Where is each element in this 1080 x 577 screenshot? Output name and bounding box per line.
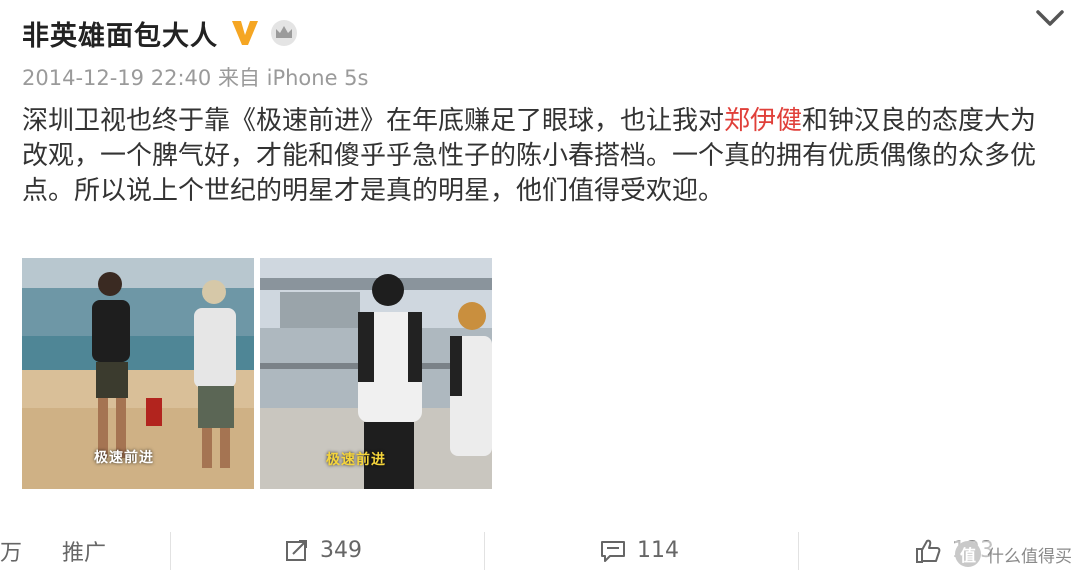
post-image-city[interactable]: 极速前进: [260, 258, 492, 489]
promote-button[interactable]: 推广: [62, 524, 106, 577]
post-timestamp[interactable]: 2014-12-19 22:40: [22, 66, 211, 90]
repost-button[interactable]: 349: [284, 524, 362, 577]
watermark-logo: 值: [955, 541, 981, 567]
source-prefix: 来自: [217, 66, 260, 90]
chevron-down-icon[interactable]: [1032, 4, 1068, 32]
site-watermark: 值 什么值得买: [955, 541, 1072, 567]
crown-icon[interactable]: [270, 19, 298, 47]
repost-count: 349: [320, 538, 362, 563]
post-text: 深圳卫视也终于靠《极速前进》在年底赚足了眼球，也让我对郑伊健和钟汉良的态度大为改…: [22, 104, 1062, 209]
post-action-bar: 万 推广 349 114 133: [0, 524, 1080, 577]
comment-count: 114: [637, 538, 679, 563]
vip-v-icon: [230, 18, 260, 48]
highlighted-name[interactable]: 郑伊健: [724, 106, 802, 136]
post-images: 极速前进 极速前进: [22, 258, 492, 489]
post-text-part1: 深圳卫视也终于靠《极速前进》在年底赚足了眼球，也让我对: [22, 106, 725, 136]
toolbar-divider: [484, 532, 485, 570]
promote-partial-text: 万: [0, 540, 23, 566]
comment-icon: [601, 540, 625, 562]
post-source[interactable]: iPhone 5s: [267, 66, 369, 90]
post-image-beach[interactable]: 极速前进: [22, 258, 254, 489]
image-caption-1: 极速前进: [94, 450, 154, 466]
promote-count-partial: 万: [0, 524, 22, 577]
post-header: 非英雄面包大人: [22, 10, 298, 56]
promote-label: 推广: [62, 540, 107, 566]
thumbs-up-icon: [916, 539, 941, 563]
toolbar-divider: [170, 532, 171, 570]
username[interactable]: 非英雄面包大人: [22, 14, 218, 53]
image-caption-2: 极速前进: [326, 452, 386, 468]
post-meta: 2014-12-19 22:40 来自 iPhone 5s: [22, 62, 369, 92]
toolbar-divider: [798, 532, 799, 570]
comment-button[interactable]: 114: [599, 524, 679, 577]
repost-icon: [286, 539, 307, 561]
watermark-text: 什么值得买: [987, 546, 1072, 567]
